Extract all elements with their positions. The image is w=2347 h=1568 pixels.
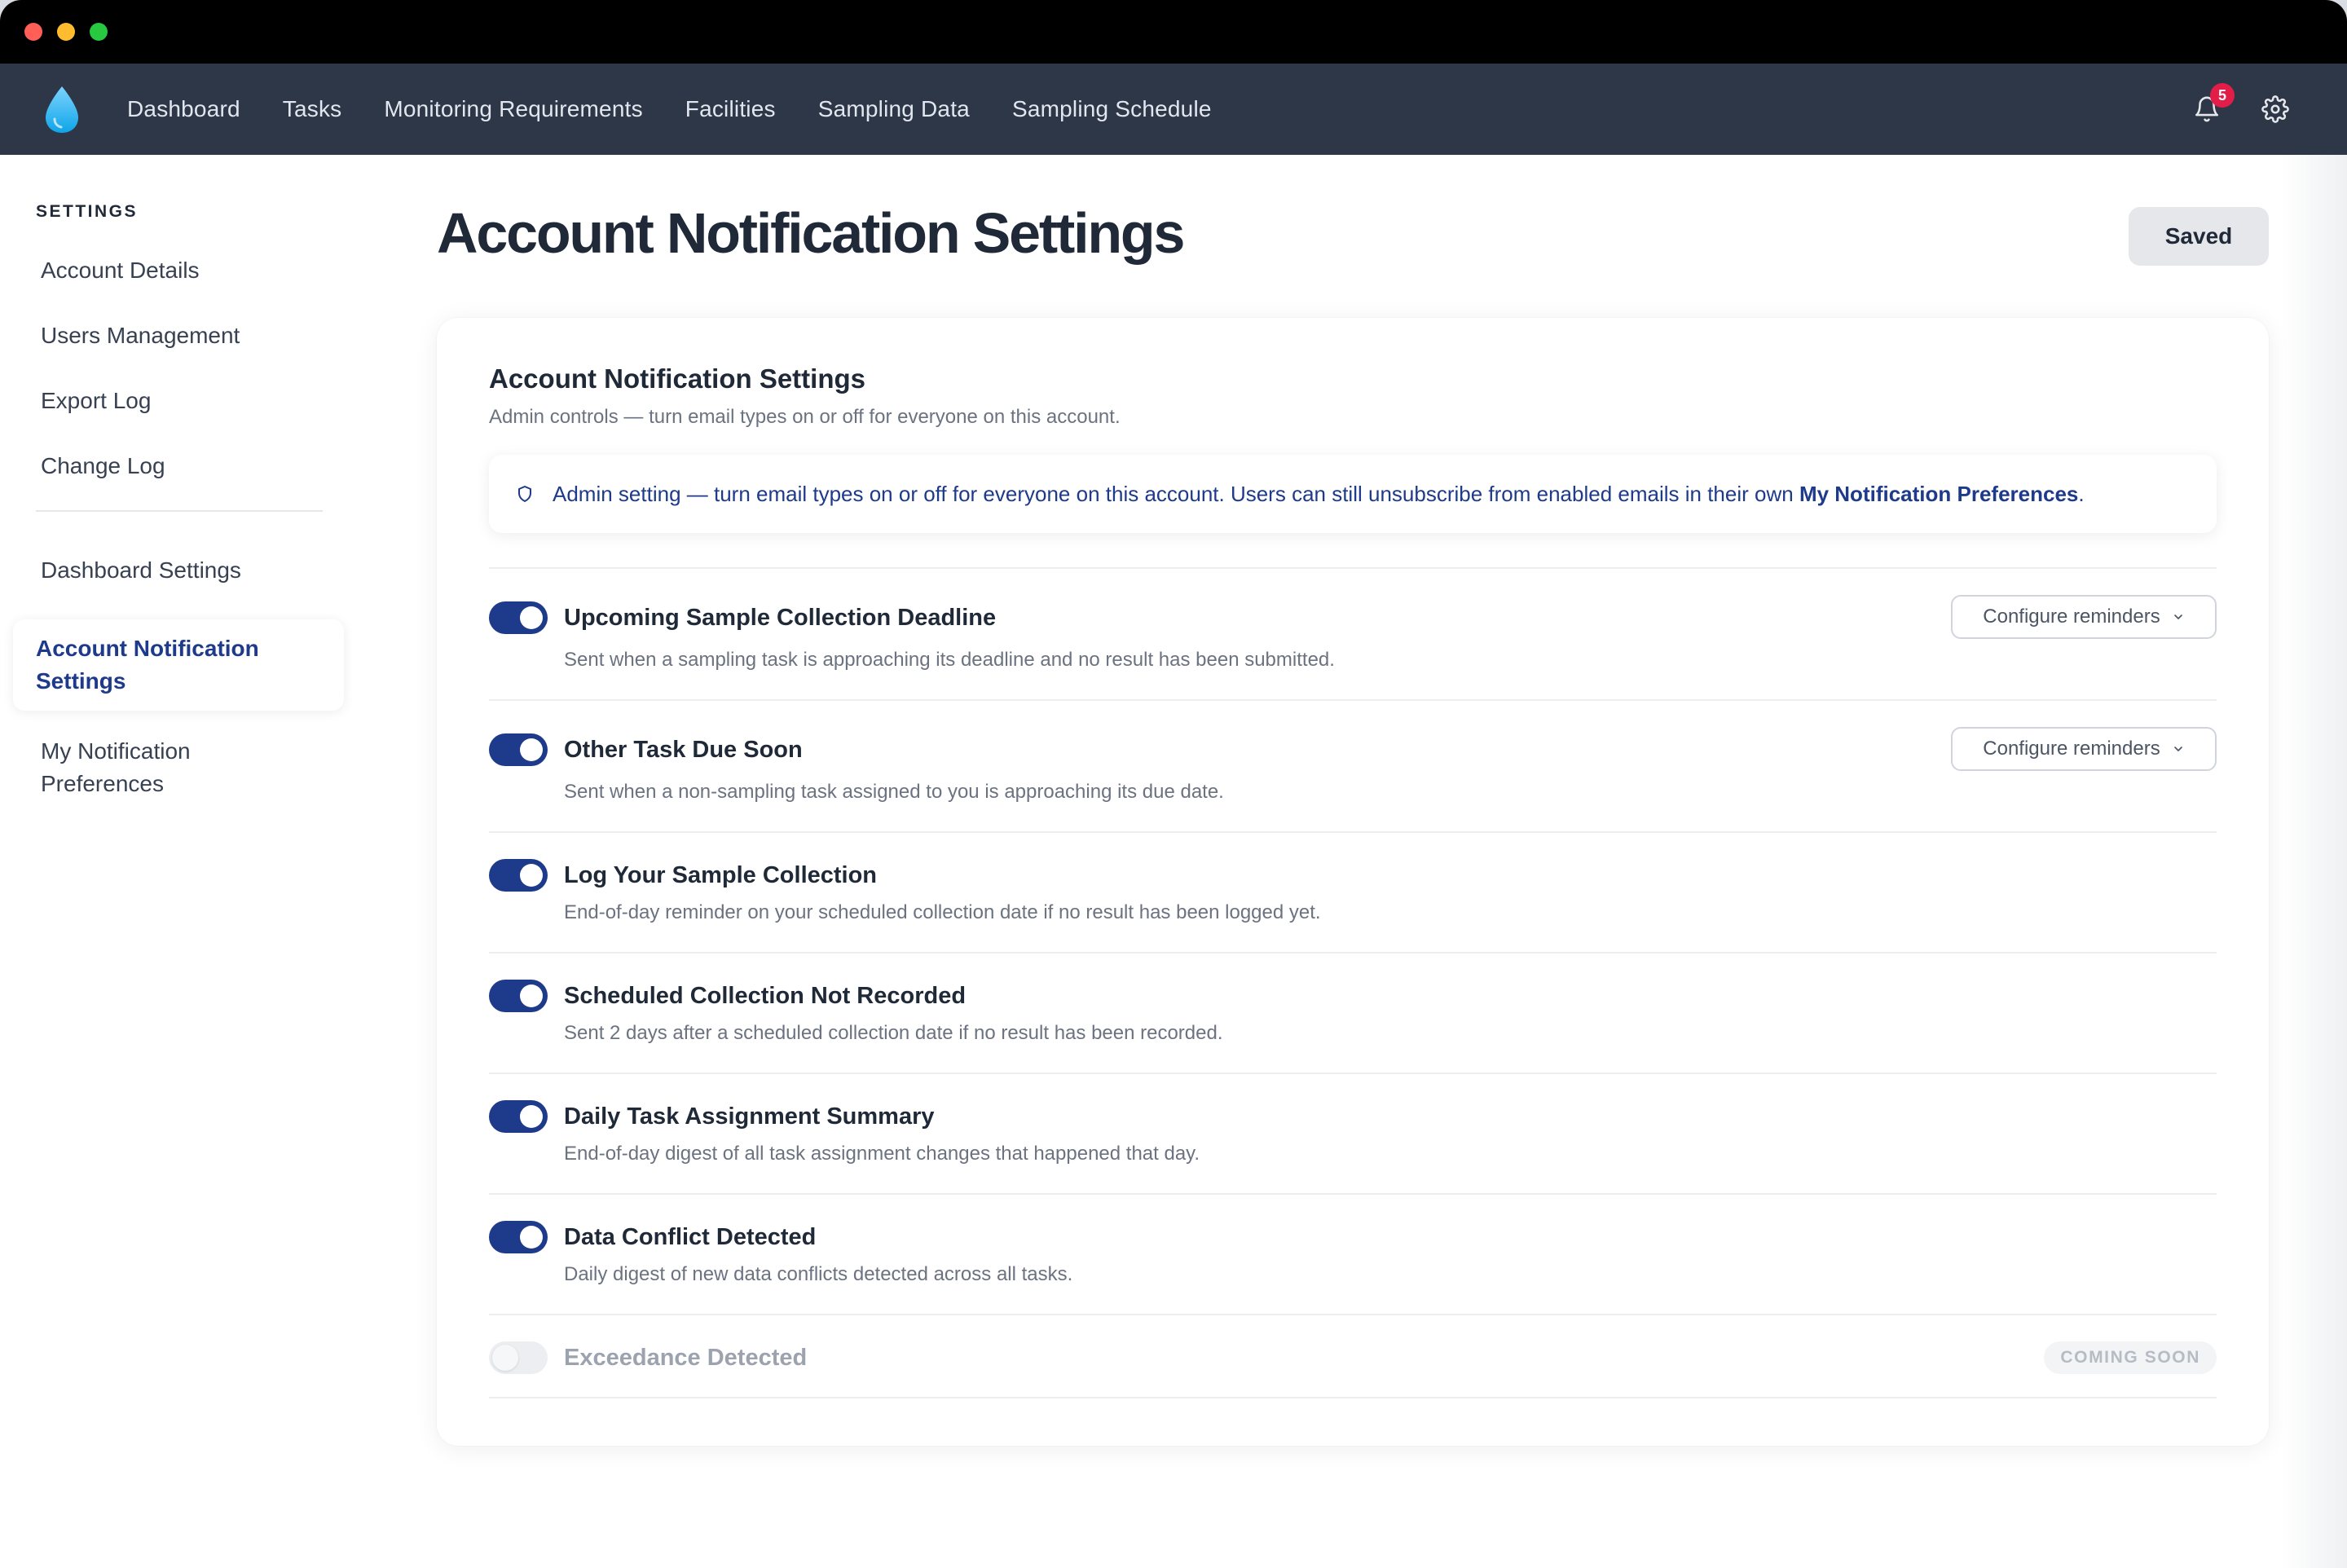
admin-info-end: . xyxy=(2078,481,2085,506)
chevron-down-icon xyxy=(2173,614,2182,619)
sidebar-item-account-details[interactable]: Account Details xyxy=(36,254,359,287)
configure-reminders-button[interactable]: Configure reminders xyxy=(1951,595,2217,639)
top-navigation: Dashboard Tasks Monitoring Requirements … xyxy=(0,64,2347,155)
notification-title: Log Your Sample Collection xyxy=(564,862,878,888)
sidebar-item-dashboard-settings[interactable]: Dashboard Settings xyxy=(36,554,359,587)
toggle-other-task-due[interactable] xyxy=(489,733,548,766)
notification-row-exceedance-detected: Exceedance Detected COMING SOON xyxy=(489,1315,2217,1398)
notification-title: Exceedance Detected xyxy=(564,1345,808,1371)
toggle-daily-task-summary[interactable] xyxy=(489,1100,548,1133)
coming-soon-badge: COMING SOON xyxy=(2044,1341,2217,1374)
nav-tasks[interactable]: Tasks xyxy=(283,96,342,122)
saved-button[interactable]: Saved xyxy=(2129,207,2269,266)
toggle-exceedance-detected xyxy=(489,1341,548,1374)
notification-title: Daily Task Assignment Summary xyxy=(564,1103,935,1130)
sidebar-divider xyxy=(36,510,323,512)
sidebar-item-change-log[interactable]: Change Log xyxy=(36,450,359,482)
notification-row-collection-not-recorded: Scheduled Collection Not Recorded Sent 2… xyxy=(489,954,2217,1074)
admin-info-banner: Admin setting — turn email types on or o… xyxy=(489,455,2217,533)
nav-sampling-schedule[interactable]: Sampling Schedule xyxy=(1012,96,1212,122)
notification-description: Daily digest of new data conflicts detec… xyxy=(564,1263,1073,1285)
sidebar-item-export-log[interactable]: Export Log xyxy=(36,385,359,417)
card-subtitle: Admin controls — turn email types on or … xyxy=(489,406,1121,428)
notification-row-upcoming-sample-deadline: Upcoming Sample Collection Deadline Sent… xyxy=(489,569,2217,701)
configure-reminders-label: Configure reminders xyxy=(1983,606,2160,628)
notification-settings-card: Account Notification Settings Admin cont… xyxy=(437,318,2269,1446)
settings-sidebar: SETTINGS Account Details Users Managemen… xyxy=(0,155,359,1568)
window-edge-shadow xyxy=(2282,155,2347,1568)
notification-count-badge: 5 xyxy=(2210,83,2235,108)
maximize-window-button[interactable] xyxy=(90,23,108,41)
toggle-data-conflict[interactable] xyxy=(489,1221,548,1253)
nav-facilities[interactable]: Facilities xyxy=(685,96,776,122)
nav-dashboard[interactable]: Dashboard xyxy=(127,96,240,122)
notification-description: End-of-day reminder on your scheduled co… xyxy=(564,901,1321,923)
admin-info-text: Admin setting — turn email types on or o… xyxy=(553,481,1794,506)
sidebar-item-account-notification-settings[interactable]: Account Notification Settings xyxy=(13,619,344,711)
sidebar-item-users-management[interactable]: Users Management xyxy=(36,319,359,352)
minimize-window-button[interactable] xyxy=(57,23,75,41)
nav-monitoring-requirements[interactable]: Monitoring Requirements xyxy=(384,96,642,122)
configure-reminders-button[interactable]: Configure reminders xyxy=(1951,727,2217,771)
toggle-upcoming-sample-deadline[interactable] xyxy=(489,601,548,634)
notification-title: Other Task Due Soon xyxy=(564,737,803,763)
close-window-button[interactable] xyxy=(24,23,42,41)
notification-title: Data Conflict Detected xyxy=(564,1224,817,1250)
gear-icon xyxy=(2261,95,2289,123)
sidebar-heading: SETTINGS xyxy=(36,202,139,221)
water-drop-icon[interactable] xyxy=(41,83,83,135)
shield-icon xyxy=(515,484,535,504)
notification-description: Sent when a non-sampling task assigned t… xyxy=(564,781,1224,803)
app-window: Dashboard Tasks Monitoring Requirements … xyxy=(0,0,2347,1568)
notification-row-log-sample-collection: Log Your Sample Collection End-of-day re… xyxy=(489,833,2217,954)
nav-actions: 5 xyxy=(2191,64,2292,155)
notification-row-other-task-due: Other Task Due Soon Sent when a non-samp… xyxy=(489,701,2217,833)
configure-reminders-label: Configure reminders xyxy=(1983,738,2160,760)
toggle-log-sample-collection[interactable] xyxy=(489,859,548,892)
settings-button[interactable] xyxy=(2259,93,2292,126)
notification-description: Sent when a sampling task is approaching… xyxy=(564,649,1335,671)
my-notification-preferences-link[interactable]: My Notification Preferences xyxy=(1799,482,2078,507)
notification-description: End-of-day digest of all task assignment… xyxy=(564,1143,1200,1165)
toggle-collection-not-recorded[interactable] xyxy=(489,980,548,1012)
notification-row-data-conflict: Data Conflict Detected Daily digest of n… xyxy=(489,1195,2217,1315)
notification-title: Upcoming Sample Collection Deadline xyxy=(564,605,997,631)
card-title: Account Notification Settings xyxy=(489,363,865,394)
chevron-down-icon xyxy=(2173,747,2182,751)
page-title: Account Notification Settings xyxy=(437,201,1185,265)
sidebar-item-my-notification-preferences[interactable]: My Notification Preferences xyxy=(36,735,280,800)
window-titlebar xyxy=(0,0,2347,64)
nav-sampling-data[interactable]: Sampling Data xyxy=(818,96,970,122)
notifications-button[interactable]: 5 xyxy=(2191,83,2235,126)
notification-description: Sent 2 days after a scheduled collection… xyxy=(564,1022,1223,1044)
notification-row-daily-task-summary: Daily Task Assignment Summary End-of-day… xyxy=(489,1074,2217,1195)
notification-title: Scheduled Collection Not Recorded xyxy=(564,983,967,1009)
